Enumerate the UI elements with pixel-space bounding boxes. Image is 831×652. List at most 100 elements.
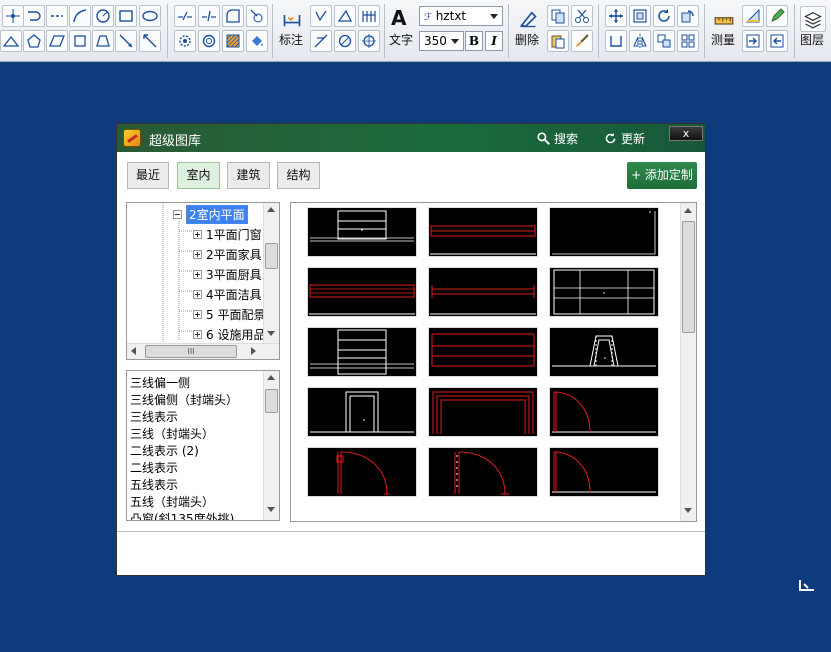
tab-recent[interactable]: 最近 xyxy=(127,162,169,189)
expand-icon[interactable] xyxy=(193,329,202,339)
rotate-icon[interactable] xyxy=(653,5,675,27)
bold-button[interactable]: B xyxy=(465,31,483,51)
delete-label[interactable]: 删除 xyxy=(515,31,539,48)
tree-node-facilities[interactable]: 6 设施用品 xyxy=(193,325,265,343)
search-button[interactable]: 搜索 xyxy=(537,130,578,147)
scroll-right-icon[interactable] xyxy=(251,347,256,355)
scale-icon[interactable] xyxy=(629,5,651,27)
italic-button[interactable]: I xyxy=(485,31,503,51)
tree-node-sanitary[interactable]: 4平面洁具 xyxy=(193,285,262,303)
tree-hscrollbar[interactable]: III xyxy=(127,343,279,359)
thumbnail-arc-swing-door[interactable] xyxy=(549,387,659,437)
brush-icon[interactable] xyxy=(571,30,593,52)
list-item[interactable]: 三线偏一侧 xyxy=(130,374,190,391)
rect-outline-icon[interactable] xyxy=(69,30,91,52)
gallery-vscroll-thumb[interactable] xyxy=(682,221,695,333)
move-icon[interactable] xyxy=(605,5,627,27)
collapse-icon[interactable] xyxy=(173,209,182,219)
circle-icon[interactable] xyxy=(92,5,114,27)
aligned-dim-icon[interactable] xyxy=(334,5,356,27)
tree-vscrollbar[interactable] xyxy=(263,203,279,343)
refresh-button[interactable]: 更新 xyxy=(604,130,645,147)
gallery-vscrollbar[interactable] xyxy=(680,203,696,521)
offset-line-icon[interactable] xyxy=(174,5,196,27)
array-grid-icon[interactable] xyxy=(677,30,699,52)
text-icon[interactable]: A xyxy=(391,6,406,30)
explode-icon[interactable] xyxy=(198,30,220,52)
diagonal-line-icon[interactable] xyxy=(115,30,137,52)
scroll-down-icon[interactable] xyxy=(267,331,275,336)
array-copy-icon[interactable] xyxy=(653,30,675,52)
thumbnail-red-bars-with-caps[interactable] xyxy=(428,267,538,317)
tab-structure[interactable]: 结构 xyxy=(277,162,320,189)
tab-architecture[interactable]: 建筑 xyxy=(227,162,270,189)
list-vscrollbar[interactable] xyxy=(263,371,279,520)
measure-label[interactable]: 测量 xyxy=(711,31,735,48)
thumbnail-red-double-band[interactable] xyxy=(307,267,417,317)
arrow-line-icon[interactable] xyxy=(139,30,161,52)
pencil-icon[interactable] xyxy=(766,5,788,27)
rotate-copy-icon[interactable] xyxy=(677,5,699,27)
expand-icon[interactable] xyxy=(193,309,202,319)
trapezoid-icon[interactable] xyxy=(92,30,114,52)
fill-bucket-icon[interactable] xyxy=(246,30,268,52)
thumbnail-cabinet-frame[interactable] xyxy=(549,267,659,317)
scroll-up-icon[interactable] xyxy=(267,375,275,380)
list-item[interactable]: 二线表示 (2) xyxy=(130,442,199,459)
thumbnail-arc-door-small[interactable] xyxy=(549,447,659,497)
list-item[interactable]: 五线表示 xyxy=(130,476,178,493)
thumbnail-triple-shelf[interactable] xyxy=(307,327,417,377)
angle-dim-icon[interactable] xyxy=(310,5,332,27)
tree-node-doors-windows[interactable]: 1平面门窗 xyxy=(193,225,262,243)
diameter-dim-icon[interactable] xyxy=(334,30,356,52)
stretch-icon[interactable] xyxy=(605,30,627,52)
thumbnail-red-band[interactable] xyxy=(428,207,538,257)
thumbnail-window-cabinet[interactable] xyxy=(307,207,417,257)
hatch-icon[interactable] xyxy=(222,30,244,52)
thumbnail-red-portal[interactable] xyxy=(428,387,538,437)
thumbnail-red-door-center[interactable] xyxy=(428,447,538,497)
polyline-icon[interactable] xyxy=(23,5,45,27)
expand-icon[interactable] xyxy=(193,249,202,259)
thumbnail-red-triple-band[interactable] xyxy=(428,327,538,377)
area-measure-icon[interactable] xyxy=(742,5,764,27)
tree-node-landscape[interactable]: 5 平面配景 xyxy=(193,305,265,323)
pentagon-icon[interactable] xyxy=(23,30,45,52)
arc-icon[interactable] xyxy=(69,5,91,27)
parallelogram-icon[interactable] xyxy=(46,30,68,52)
scroll-left-icon[interactable] xyxy=(131,347,136,355)
list-item[interactable]: 三线偏侧（封端头） xyxy=(130,391,238,408)
font-select[interactable]: ℱ hztxt xyxy=(419,6,503,26)
paste-icon[interactable] xyxy=(547,30,569,52)
list-item[interactable]: 三线（封端头） xyxy=(130,425,214,442)
mirror-icon[interactable] xyxy=(629,30,651,52)
cut-icon[interactable] xyxy=(571,5,593,27)
copy-icon[interactable] xyxy=(547,5,569,27)
radius-dim-icon[interactable] xyxy=(310,30,332,52)
ellipse-icon[interactable] xyxy=(139,5,161,27)
expand-icon[interactable] xyxy=(193,229,202,239)
expand-icon[interactable] xyxy=(193,289,202,299)
text-label[interactable]: 文字 xyxy=(389,31,413,48)
layers-icon[interactable] xyxy=(800,6,826,32)
point-icon[interactable] xyxy=(2,5,24,27)
thumbnail-empty-line[interactable] xyxy=(549,207,659,257)
list-item[interactable]: 二线表示 xyxy=(130,459,178,476)
rectangle-icon[interactable] xyxy=(115,5,137,27)
tree-vscroll-thumb[interactable] xyxy=(265,243,278,269)
thumbnail-red-door-left[interactable] xyxy=(307,447,417,497)
center-mark-icon[interactable] xyxy=(358,30,380,52)
tree-node-furniture[interactable]: 2平面家具 xyxy=(193,245,262,263)
tree-node-interior-plan[interactable]: 2室内平面 xyxy=(173,204,248,224)
continuous-dim-icon[interactable] xyxy=(358,5,380,27)
tab-interior[interactable]: 室内 xyxy=(177,162,220,189)
thumbnail-bay-window[interactable] xyxy=(549,327,659,377)
scroll-up-icon[interactable] xyxy=(684,208,692,213)
triangle-icon[interactable] xyxy=(0,30,22,52)
list-vscroll-thumb[interactable] xyxy=(265,389,278,413)
break-line-icon[interactable] xyxy=(198,5,220,27)
thumbnail-door-frame[interactable] xyxy=(307,387,417,437)
layer-label[interactable]: 图层 xyxy=(800,31,824,48)
eraser-icon[interactable] xyxy=(516,7,540,31)
scroll-down-icon[interactable] xyxy=(267,507,275,512)
